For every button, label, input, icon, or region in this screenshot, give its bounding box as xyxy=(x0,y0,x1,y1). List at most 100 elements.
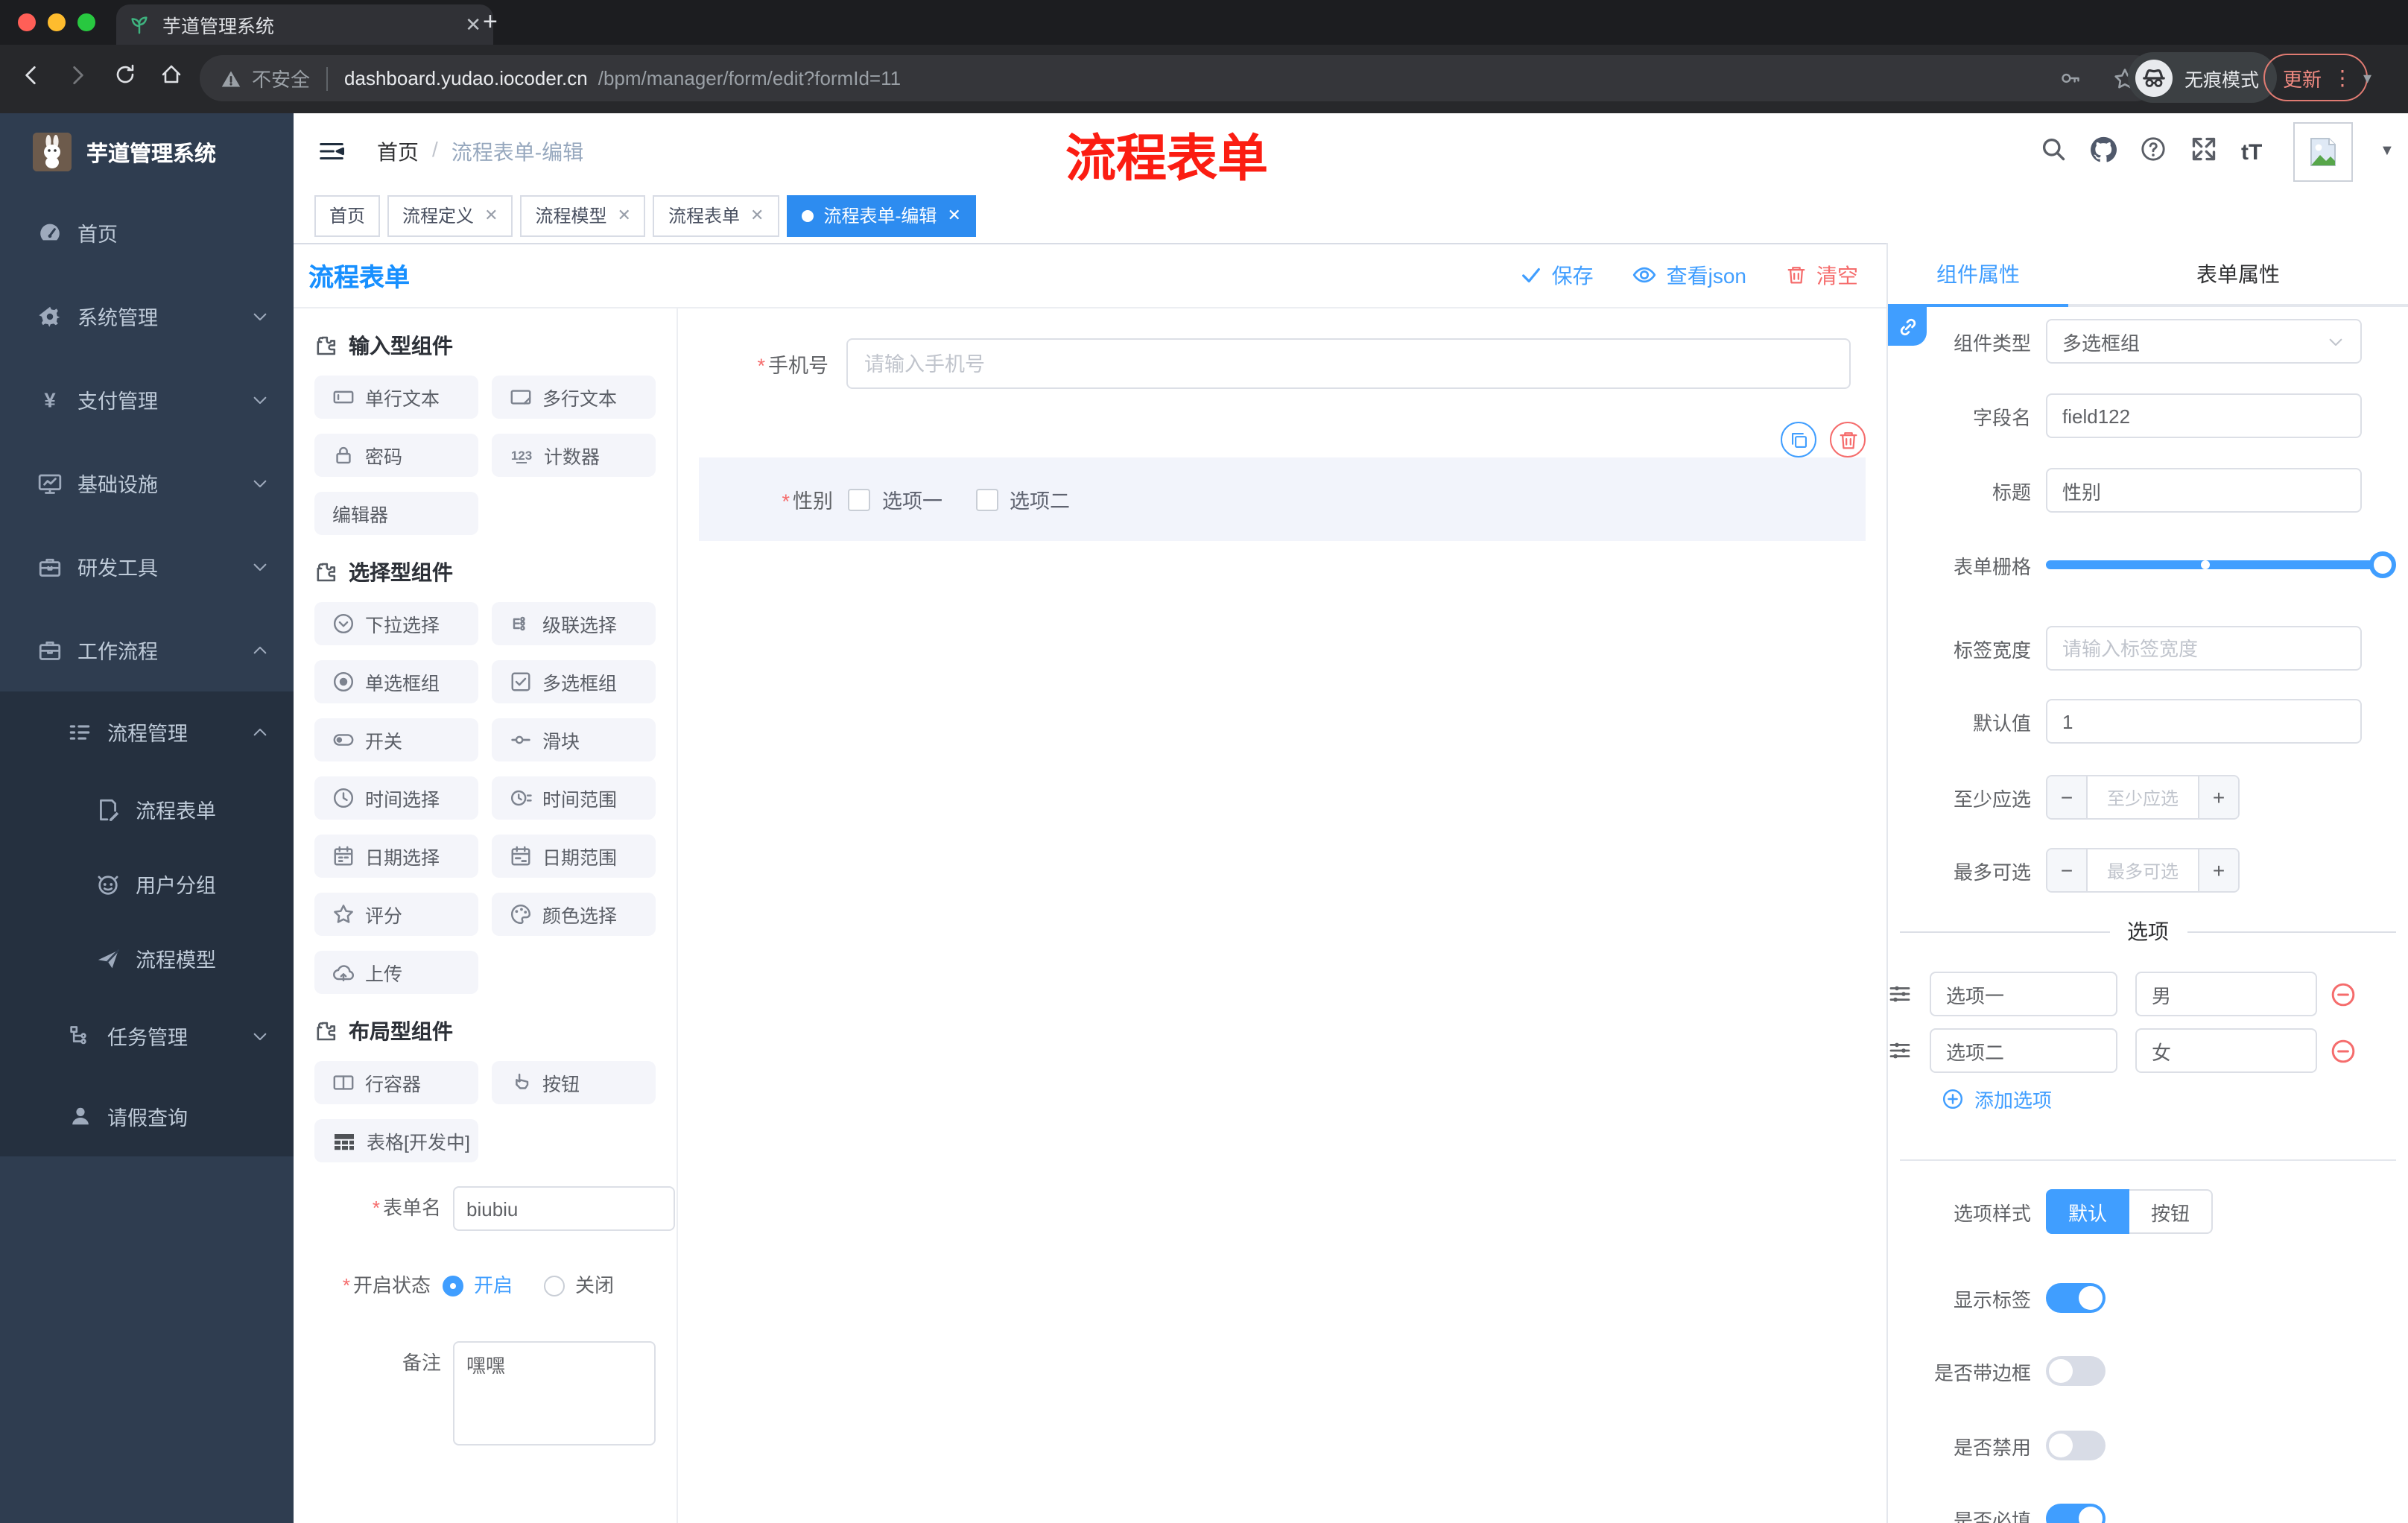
label-width-input[interactable] xyxy=(2046,626,2362,671)
radio-on[interactable] xyxy=(443,1276,463,1296)
palette-item-密码[interactable]: 密码 xyxy=(314,434,478,477)
palette-item-按钮[interactable]: 按钮 xyxy=(492,1061,656,1104)
clear-button[interactable]: 清空 xyxy=(1785,260,1858,290)
tab-form-props[interactable]: 表单属性 xyxy=(2068,243,2408,307)
form-meta[interactable]: *表单名 *开启状态 开启 关闭 备注 嘿嘿 xyxy=(314,1186,675,1446)
canvas-field-gender-selected[interactable]: * 性别 选项一 选项二 xyxy=(699,457,1866,541)
view-tab-流程定义[interactable]: 流程定义 ✕ xyxy=(387,194,513,236)
palette-item-单选框组[interactable]: 单选框组 xyxy=(314,660,478,703)
component-type-select[interactable]: 多选框组 xyxy=(2046,319,2362,364)
forward-icon[interactable] xyxy=(66,63,91,88)
max-select-stepper[interactable]: − 最多可选 + xyxy=(2046,848,2240,893)
add-option-button[interactable]: 添加选项 xyxy=(1942,1085,2052,1113)
palette-item-日期范围[interactable]: 日期范围 xyxy=(492,835,656,878)
tab-close-icon[interactable]: ✕ xyxy=(750,206,764,225)
stepper-minus-icon[interactable]: − xyxy=(2047,849,2088,891)
min-select-stepper[interactable]: − 至少应选 + xyxy=(2046,775,2240,820)
canvas-field-phone[interactable]: * 手机号 xyxy=(678,338,1886,389)
view-json-button[interactable]: 查看json xyxy=(1632,260,1746,290)
sidebar-item-请假查询[interactable]: 请假查询 xyxy=(0,1076,294,1156)
home-icon[interactable] xyxy=(159,63,183,86)
sidebar-item-基础设施[interactable]: 基础设施 xyxy=(0,441,294,525)
radio-on-label[interactable]: 开启 xyxy=(474,1264,513,1308)
stepper-minus-icon[interactable]: − xyxy=(2047,776,2088,818)
new-tab-icon[interactable]: + xyxy=(483,7,498,37)
form-grid-slider[interactable] xyxy=(2046,551,2396,578)
fullscreen-icon[interactable] xyxy=(2190,136,2217,162)
avatar[interactable] xyxy=(2293,122,2353,182)
search-icon[interactable] xyxy=(2040,136,2067,162)
reload-icon[interactable] xyxy=(113,63,137,86)
checkbox[interactable] xyxy=(975,488,998,510)
gender-option-选项一[interactable]: 选项一 xyxy=(848,484,942,514)
sidebar-logo[interactable]: 芋道管理系统 xyxy=(0,113,294,191)
palette-item-时间范围[interactable]: 时间范围 xyxy=(492,776,656,820)
palette-item-下拉选择[interactable]: 下拉选择 xyxy=(314,602,478,645)
sidebar-item-流程表单[interactable]: 流程表单 xyxy=(0,772,294,846)
palette-item-上传[interactable]: 上传 xyxy=(314,951,478,994)
browser-update-button[interactable]: 更新 ⋮ xyxy=(2263,54,2369,101)
slider-handle[interactable] xyxy=(2369,551,2396,578)
stepper-plus-icon[interactable]: + xyxy=(2198,849,2238,891)
sidebar-item-系统管理[interactable]: 系统管理 xyxy=(0,274,294,358)
delete-component-button[interactable] xyxy=(1830,422,1866,457)
browser-tab[interactable]: 芋道管理系统 ✕ xyxy=(116,4,493,45)
chrome-caret-icon[interactable]: ▾ xyxy=(2363,69,2371,88)
form-name-input[interactable] xyxy=(453,1186,675,1231)
palette-item-滑块[interactable]: 滑块 xyxy=(492,718,656,762)
tab-close-icon[interactable]: ✕ xyxy=(947,206,960,225)
tab-close-icon[interactable]: ✕ xyxy=(618,206,631,225)
option-label-input[interactable] xyxy=(1930,1028,2117,1073)
address-bar[interactable]: 不安全 dashboard.yudao.iocoder.cn/bpm/manag… xyxy=(200,55,2158,101)
palette-item-时间选择[interactable]: 时间选择 xyxy=(314,776,478,820)
sidebar-item-支付管理[interactable]: ¥ 支付管理 xyxy=(0,358,294,441)
traffic-light-close-icon[interactable] xyxy=(18,13,36,31)
font-size-icon[interactable]: tT xyxy=(2241,140,2262,165)
github-icon[interactable] xyxy=(2089,136,2117,164)
sidebar-collapse-icon[interactable] xyxy=(317,137,346,165)
avatar-caret-icon[interactable]: ▼ xyxy=(2380,143,2395,159)
palette-item-开关[interactable]: 开关 xyxy=(314,718,478,762)
palette-item-级联选择[interactable]: 级联选择 xyxy=(492,602,656,645)
checkbox[interactable] xyxy=(848,488,870,510)
style-option-按钮[interactable]: 按钮 xyxy=(2129,1189,2213,1234)
title-input[interactable] xyxy=(2046,468,2362,513)
tab-component-props[interactable]: 组件属性 xyxy=(1888,243,2068,307)
form-canvas[interactable]: *手机号 *性别 选项一 选项二 xyxy=(678,308,1886,1523)
gender-option-选项二[interactable]: 选项二 xyxy=(975,484,1070,514)
traffic-light-minimize-icon[interactable] xyxy=(48,13,66,31)
phone-input[interactable] xyxy=(846,338,1851,389)
radio-off[interactable] xyxy=(544,1276,565,1296)
stepper-plus-icon[interactable]: + xyxy=(2198,776,2238,818)
view-tab-流程表单[interactable]: 流程表单 ✕ xyxy=(653,194,779,236)
back-icon[interactable] xyxy=(18,63,43,88)
form-remark-textarea[interactable]: 嘿嘿 xyxy=(453,1341,656,1446)
palette-item-表格[开发中][interactable]: 表格[开发中] xyxy=(314,1119,478,1162)
toggle-是否必填[interactable] xyxy=(2046,1504,2106,1523)
toggle-是否带边框[interactable] xyxy=(2046,1356,2106,1386)
traffic-light-maximize-icon[interactable] xyxy=(77,13,95,31)
palette-item-颜色选择[interactable]: 颜色选择 xyxy=(492,893,656,936)
duplicate-component-button[interactable] xyxy=(1781,422,1816,457)
option-value-input[interactable] xyxy=(2135,1028,2317,1073)
view-tab-流程表单-编辑[interactable]: 流程表单-编辑 ✕ xyxy=(786,194,976,236)
palette-item-评分[interactable]: 评分 xyxy=(314,893,478,936)
toggle-是否禁用[interactable] xyxy=(2046,1431,2106,1460)
password-key-icon[interactable] xyxy=(2059,67,2082,89)
sidebar-item-工作流程[interactable]: 工作流程 xyxy=(0,608,294,691)
palette-item-计数器[interactable]: 123 计数器 xyxy=(492,434,656,477)
view-tab-首页[interactable]: 首页 xyxy=(314,194,381,236)
style-option-默认[interactable]: 默认 xyxy=(2046,1189,2129,1234)
sidebar-item-流程管理[interactable]: 流程管理 xyxy=(0,691,294,772)
remove-option-icon[interactable] xyxy=(2331,981,2356,1007)
default-value-input[interactable] xyxy=(2046,699,2362,744)
palette-item-多选框组[interactable]: 多选框组 xyxy=(492,660,656,703)
sidebar-item-任务管理[interactable]: 任务管理 xyxy=(0,995,294,1076)
field-name-input[interactable] xyxy=(2046,393,2362,438)
option-value-input[interactable] xyxy=(2135,972,2317,1016)
breadcrumb-home[interactable]: 首页 xyxy=(377,137,419,167)
sidebar-item-首页[interactable]: 首页 xyxy=(0,191,294,274)
palette-item-多行文本[interactable]: 多行文本 xyxy=(492,376,656,419)
toggle-显示标签[interactable] xyxy=(2046,1283,2106,1313)
tab-close-icon[interactable]: ✕ xyxy=(465,13,481,37)
